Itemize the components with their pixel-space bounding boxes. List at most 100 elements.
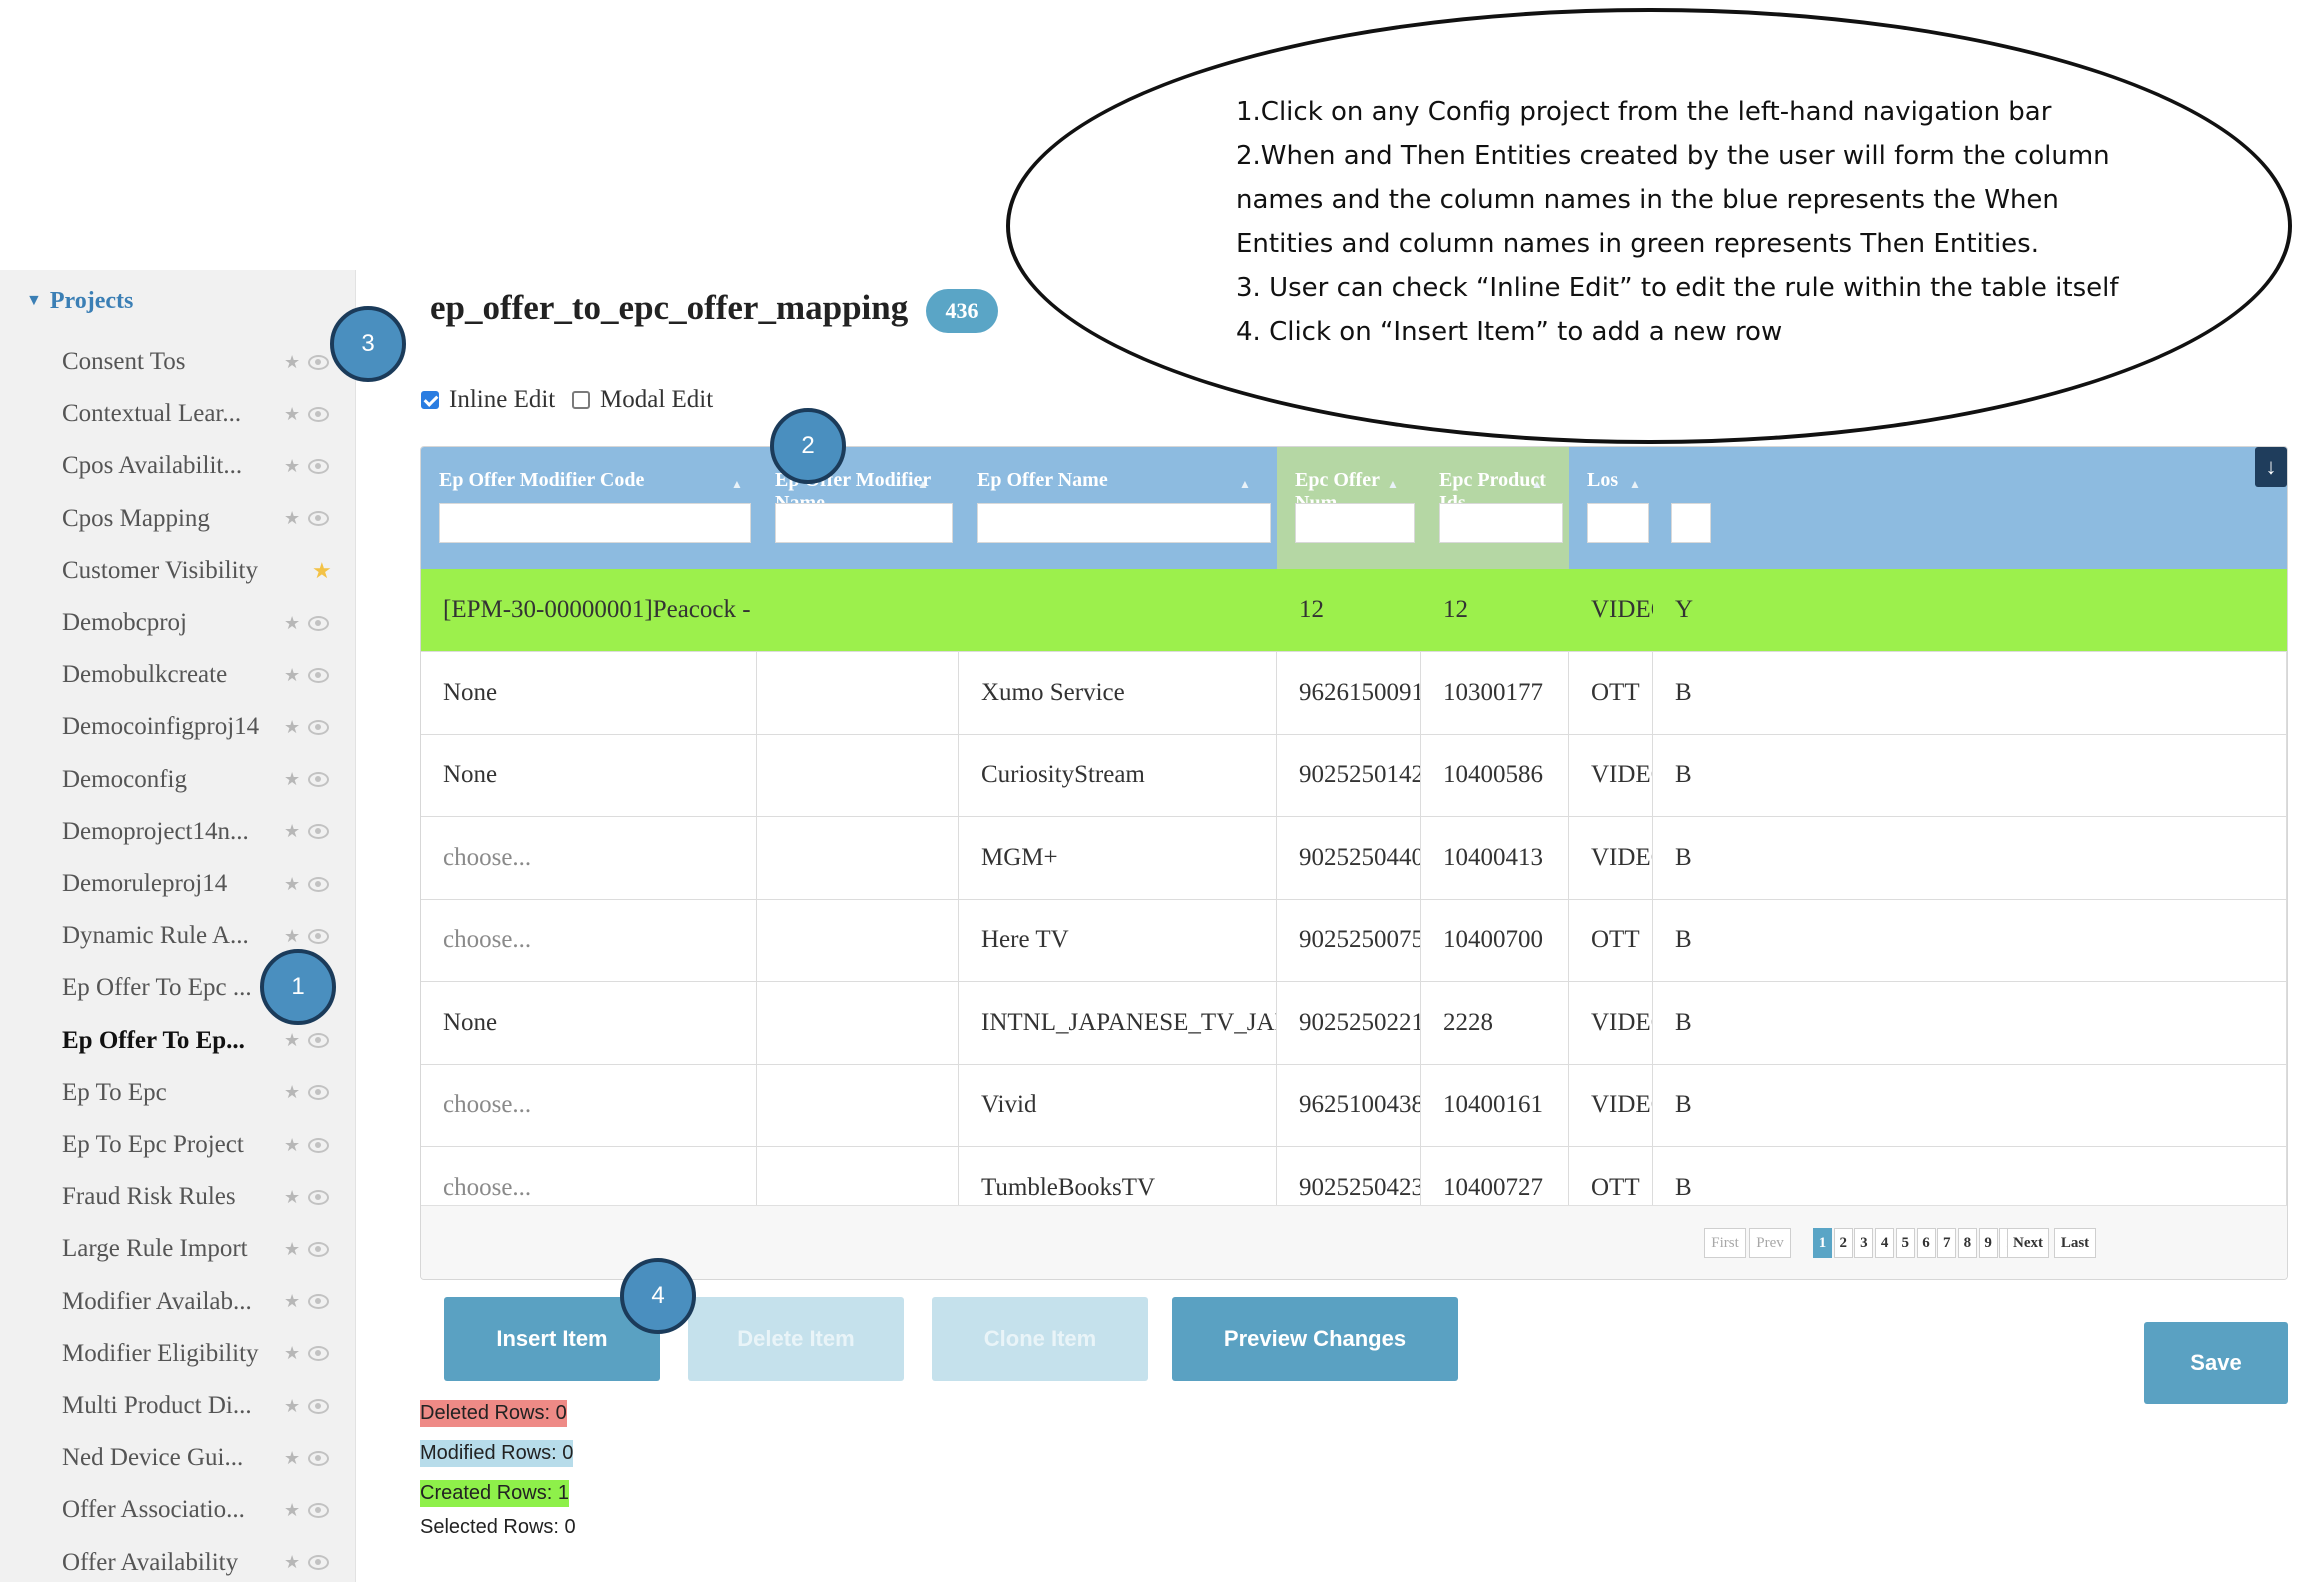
table-cell[interactable]: 9025250221 xyxy=(1277,981,1421,1064)
sort-icon[interactable]: ▲ xyxy=(1629,477,1641,492)
star-icon[interactable]: ★ xyxy=(284,1396,300,1417)
page-button[interactable]: 2 xyxy=(1833,1228,1853,1258)
table-cell[interactable]: OTT xyxy=(1569,651,1653,734)
star-icon[interactable]: ★ xyxy=(284,769,300,790)
sidebar-item[interactable]: Democonfig ★ xyxy=(62,754,342,806)
star-icon[interactable]: ★ xyxy=(284,1343,300,1364)
sidebar-item[interactable]: Demobcproj ★ xyxy=(62,597,342,649)
column-filter-input[interactable] xyxy=(775,503,953,543)
sidebar-item[interactable]: Large Rule Import ★ xyxy=(62,1223,342,1275)
star-icon[interactable]: ★ xyxy=(284,508,300,529)
column-header[interactable]: Epc Offer Num▲ xyxy=(1277,447,1421,569)
page-button[interactable]: 8 xyxy=(1957,1228,1977,1258)
sidebar-item[interactable]: Cpos Mapping ★ xyxy=(62,493,342,545)
star-icon[interactable]: ★ xyxy=(284,1135,300,1156)
table-cell[interactable]: CuriosityStream xyxy=(959,734,1277,816)
table-cell[interactable]: 9025250075 xyxy=(1277,899,1421,981)
star-icon[interactable]: ★ xyxy=(284,1552,300,1573)
table-cell[interactable]: Y xyxy=(1653,569,2287,651)
table-row[interactable]: None CuriosityStream 9025250142 10400586 VID… xyxy=(421,734,2287,817)
table-cell[interactable]: VIDEO xyxy=(1569,734,1653,816)
column-header[interactable]: Ep Offer Modifier Code ▲ xyxy=(421,447,757,569)
table-cell[interactable]: 12 xyxy=(1421,569,1569,651)
table-cell[interactable] xyxy=(757,899,959,981)
eye-icon[interactable] xyxy=(308,1294,329,1310)
sort-icon[interactable]: ▲ xyxy=(917,477,929,492)
column-filter-input[interactable] xyxy=(1587,503,1649,543)
page-button[interactable]: 4 xyxy=(1875,1228,1895,1258)
table-cell[interactable]: 12 xyxy=(1277,569,1421,651)
table-cell[interactable]: 10300177 xyxy=(1421,651,1569,734)
page-button[interactable]: 6 xyxy=(1916,1228,1936,1258)
next-page-button[interactable]: Next xyxy=(2007,1228,2049,1258)
eye-icon[interactable] xyxy=(308,511,329,527)
table-cell[interactable]: B xyxy=(1653,981,2287,1064)
star-icon[interactable]: ★ xyxy=(312,558,332,584)
table-cell[interactable]: B xyxy=(1653,734,2287,816)
sidebar-item[interactable]: Demoruleproj14 ★ xyxy=(62,858,342,910)
prev-page-button[interactable]: Prev xyxy=(1749,1228,1791,1258)
star-icon[interactable]: ★ xyxy=(284,1239,300,1260)
table-cell[interactable]: 10400413 xyxy=(1421,816,1569,899)
star-icon[interactable]: ★ xyxy=(284,352,300,373)
table-cell[interactable]: None xyxy=(421,651,757,734)
sidebar-item[interactable]: Customer Visibility ★ xyxy=(62,545,342,597)
table-cell[interactable] xyxy=(757,1064,959,1146)
table-row-created[interactable]: [EPM-30-00000001]Peacock - Internet 2.0 1… xyxy=(421,569,2287,652)
table-cell[interactable]: None xyxy=(421,981,757,1064)
star-icon[interactable]: ★ xyxy=(284,456,300,477)
star-icon[interactable]: ★ xyxy=(284,1030,300,1051)
table-row[interactable]: choose... MGM+902525044010400413VIDEOB xyxy=(421,816,2287,900)
sidebar-item[interactable]: Modifier Availab... ★ xyxy=(62,1276,342,1328)
table-cell[interactable]: MGM+ xyxy=(959,816,1277,899)
star-icon[interactable]: ★ xyxy=(284,613,300,634)
star-icon[interactable]: ★ xyxy=(284,1291,300,1312)
table-cell[interactable] xyxy=(959,569,1277,651)
table-cell[interactable]: 9025250142 xyxy=(1277,734,1421,816)
preview-changes-button[interactable]: Preview Changes xyxy=(1172,1297,1458,1381)
sidebar-item[interactable]: Demobulkcreate ★ xyxy=(62,649,342,701)
sidebar-item[interactable]: Democoinfigproj14 ★ xyxy=(62,701,342,753)
table-cell[interactable]: 10400700 xyxy=(1421,899,1569,981)
modal-edit-toggle[interactable]: Modal Edit xyxy=(572,386,713,414)
sidebar-item[interactable]: Offer Associatio... ★ xyxy=(62,1484,342,1536)
star-icon[interactable]: ★ xyxy=(284,717,300,738)
table-cell[interactable] xyxy=(757,981,959,1064)
projects-header[interactable]: ▼ Projects xyxy=(26,288,133,315)
sidebar-item[interactable]: Ned Device Gui... ★ xyxy=(62,1432,342,1484)
page-button[interactable]: 9 xyxy=(1978,1228,1998,1258)
eye-icon[interactable] xyxy=(308,928,329,944)
clone-item-button[interactable]: Clone Item xyxy=(932,1297,1148,1381)
sidebar-item[interactable]: Modifier Eligibility ★ xyxy=(62,1328,342,1380)
star-icon[interactable]: ★ xyxy=(284,926,300,947)
eye-icon[interactable] xyxy=(308,667,329,683)
page-button[interactable]: 5 xyxy=(1895,1228,1915,1258)
delete-item-button[interactable]: Delete Item xyxy=(688,1297,904,1381)
eye-icon[interactable] xyxy=(308,876,329,892)
star-icon[interactable]: ★ xyxy=(284,404,300,425)
eye-icon[interactable] xyxy=(308,1033,329,1049)
sort-icon[interactable]: ▲ xyxy=(1387,477,1399,492)
table-cell[interactable]: VIDEO xyxy=(1569,569,1653,651)
eye-icon[interactable] xyxy=(308,1241,329,1257)
sort-icon[interactable]: ▲ xyxy=(1239,477,1251,492)
eye-icon[interactable] xyxy=(308,1450,329,1466)
column-filter-input[interactable] xyxy=(977,503,1271,543)
table-cell[interactable]: choose... xyxy=(421,899,757,981)
eye-icon[interactable] xyxy=(308,1189,329,1205)
eye-icon[interactable] xyxy=(308,719,329,735)
page-button[interactable]: 3 xyxy=(1854,1228,1874,1258)
eye-icon[interactable] xyxy=(308,1502,329,1518)
star-icon[interactable]: ★ xyxy=(284,1082,300,1103)
table-cell[interactable]: VIDEO xyxy=(1569,1064,1653,1146)
sidebar-item[interactable]: Consent Tos ★ xyxy=(62,336,342,388)
column-filter-input[interactable] xyxy=(1295,503,1415,543)
table-cell[interactable]: None xyxy=(421,734,757,816)
modal-edit-checkbox[interactable] xyxy=(572,391,590,409)
star-icon[interactable]: ★ xyxy=(284,665,300,686)
table-cell[interactable]: OTT xyxy=(1569,899,1653,981)
table-cell[interactable]: [EPM-30-00000001]Peacock - Internet 2.0 xyxy=(421,569,757,651)
scroll-down-button[interactable]: ↓ xyxy=(2255,447,2287,487)
eye-icon[interactable] xyxy=(308,824,329,840)
sort-icon[interactable]: ▲ xyxy=(731,477,743,492)
